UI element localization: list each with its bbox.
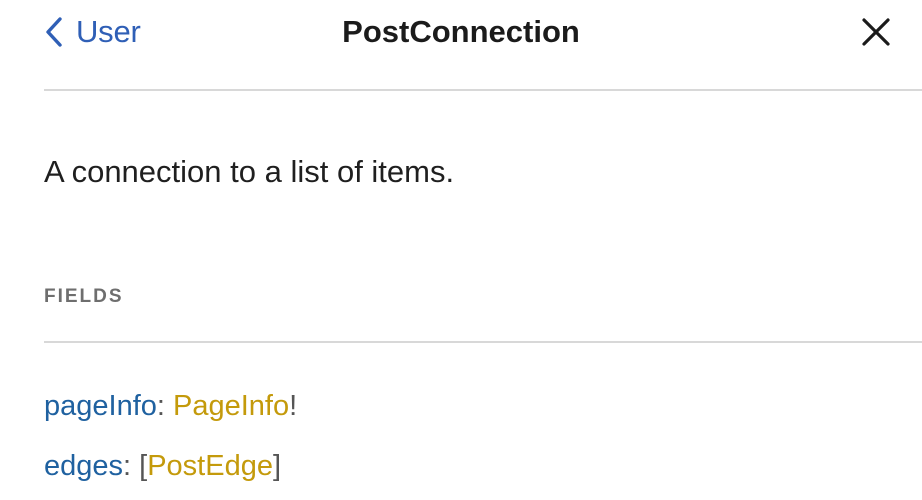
doc-header: User PostConnection [0, 0, 922, 90]
field-row: edges: [PostEdge] [44, 446, 281, 486]
close-icon [860, 16, 892, 48]
field-colon: : [156, 390, 165, 422]
type-close-bracket: ] [272, 450, 282, 482]
type-description: A connection to a list of items. [44, 154, 455, 189]
doc-explorer-panel: User PostConnection A connection to a li… [0, 0, 922, 500]
field-row: pageInfo: PageInfo! [44, 386, 297, 426]
type-open-bracket: [ [139, 450, 148, 482]
header-divider [44, 89, 922, 91]
field-colon: : [123, 450, 132, 482]
type-modifier: ! [289, 390, 298, 422]
field-type-link[interactable]: PageInfo [173, 390, 289, 422]
field-name-link[interactable]: edges [44, 450, 123, 482]
close-button[interactable] [860, 16, 892, 48]
field-type-link[interactable]: PostEdge [147, 450, 273, 482]
fields-divider [44, 341, 922, 343]
field-name-link[interactable]: pageInfo [44, 390, 157, 422]
fields-section-label: FIELDS [44, 286, 124, 307]
page-title: PostConnection [342, 14, 580, 49]
